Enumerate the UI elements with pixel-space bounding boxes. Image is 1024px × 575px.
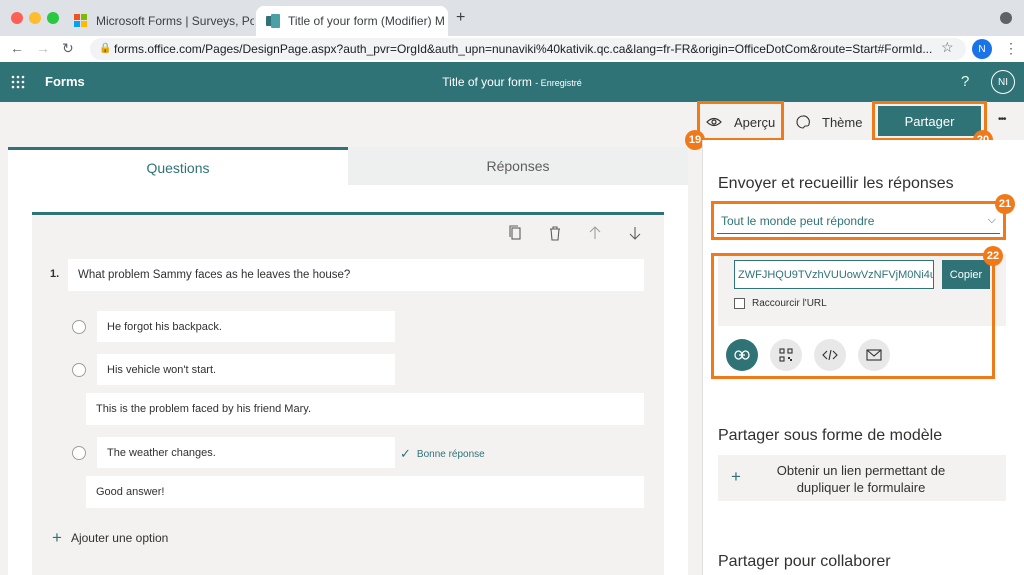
shorten-url-option[interactable]: Raccourcir l'URL: [734, 298, 827, 309]
preview-label: Aperçu: [734, 114, 776, 130]
browser-tab-form[interactable]: Title of your form (Modifier) M ✕: [256, 6, 448, 36]
palette-icon: [796, 115, 810, 129]
eye-icon: [706, 117, 722, 127]
option-feedback-2[interactable]: This is the problem faced by his friend …: [86, 393, 644, 425]
url-text: forms.office.com/Pages/DesignPage.aspx?a…: [114, 42, 933, 56]
tab-title: Microsoft Forms | Surveys, Pol: [96, 14, 254, 28]
maximize-window-button[interactable]: [47, 12, 59, 24]
forward-icon[interactable]: →: [36, 40, 50, 56]
help-icon[interactable]: ?: [961, 73, 969, 90]
plus-icon: +: [52, 528, 62, 547]
option-field-2[interactable]: His vehicle won't start.: [97, 354, 395, 385]
share-via-link-button[interactable]: [726, 339, 758, 371]
tab-search-icon[interactable]: [1000, 12, 1012, 24]
close-window-button[interactable]: [11, 12, 23, 24]
link-icon: [734, 350, 750, 360]
tab-questions[interactable]: Questions: [8, 147, 348, 185]
microsoft-logo-icon: [74, 14, 87, 27]
add-option-label: Ajouter une option: [70, 531, 169, 545]
theme-label: Thème: [822, 114, 863, 130]
delete-question-icon[interactable]: [547, 225, 563, 241]
more-options-icon[interactable]: •••: [998, 114, 1006, 125]
theme-button[interactable]: Thème: [796, 112, 862, 132]
app-name[interactable]: Forms: [45, 74, 85, 89]
question-number: 1.: [50, 268, 60, 280]
move-up-icon[interactable]: [587, 225, 603, 241]
reload-icon[interactable]: ↻: [62, 40, 74, 57]
browser-menu-icon[interactable]: ⋮: [1004, 40, 1018, 57]
shorten-url-checkbox[interactable]: [734, 298, 745, 309]
share-email-button[interactable]: [858, 339, 890, 371]
callout-badge-22: 22: [983, 246, 1003, 266]
audience-value: Tout le monde peut répondre: [721, 213, 875, 228]
close-tab-icon[interactable]: ✕: [445, 13, 448, 29]
option-radio: [72, 320, 86, 334]
browser-tab-bar: Microsoft Forms | Surveys, Pol ✕ Title o…: [0, 0, 1024, 36]
address-bar[interactable]: 🔒 forms.office.com/Pages/DesignPage.aspx…: [90, 38, 966, 60]
minimize-window-button[interactable]: [29, 12, 41, 24]
correct-answer-toggle[interactable]: ✓ Bonne réponse: [400, 446, 485, 462]
copy-question-icon[interactable]: [507, 225, 523, 241]
option-field-1[interactable]: He forgot his backpack.: [97, 311, 395, 342]
share-button[interactable]: Partager: [878, 106, 981, 136]
copy-link-button[interactable]: Copier: [942, 260, 990, 289]
back-icon[interactable]: ←: [10, 40, 24, 56]
correct-answer-label: Bonne réponse: [416, 448, 485, 460]
share-embed-button[interactable]: [814, 339, 846, 371]
duplicate-link-label: Obtenir un lien permettant de dupliquer …: [776, 463, 946, 495]
user-avatar[interactable]: NI: [991, 70, 1015, 94]
profile-avatar[interactable]: N: [972, 39, 992, 59]
forms-app-bar: Forms Title of your form - Enregistré ? …: [0, 62, 1024, 102]
editor-tabs: Questions Réponses: [8, 147, 688, 185]
embed-code-icon: [822, 349, 838, 361]
plus-icon: +: [731, 467, 741, 486]
new-tab-button[interactable]: +: [456, 9, 465, 27]
option-radio: [72, 363, 86, 377]
checkmark-icon: ✓: [400, 446, 411, 461]
template-heading: Partager sous forme de modèle: [718, 427, 943, 444]
share-qr-button[interactable]: [770, 339, 802, 371]
send-collect-heading: Envoyer et recueillir les réponses: [718, 175, 954, 192]
chevron-down-icon: ⌵: [987, 214, 996, 226]
app-launcher-icon[interactable]: [11, 75, 25, 89]
duplicate-link-button[interactable]: + Obtenir un lien permettant de duplique…: [718, 455, 1006, 501]
option-feedback-3[interactable]: Good answer!: [86, 476, 644, 508]
collaborate-heading: Partager pour collaborer: [718, 553, 891, 570]
form-toolbar: [0, 102, 1024, 140]
browser-toolbar: ← → ↻ 🔒 forms.office.com/Pages/DesignPag…: [0, 36, 1024, 62]
tab-title: Title of your form (Modifier) M: [288, 14, 445, 28]
tab-responses[interactable]: Réponses: [348, 147, 688, 185]
shorten-url-label: Raccourcir l'URL: [752, 298, 827, 309]
option-radio: [72, 446, 86, 460]
share-link-input[interactable]: ZWFJHQU9TVzhVUUowVzNFVjM0Ni4u: [734, 260, 934, 289]
save-status: - Enregistré: [535, 78, 582, 88]
audience-dropdown[interactable]: Tout le monde peut répondre ⌵: [717, 208, 1000, 234]
form-title: Title of your form: [442, 75, 532, 89]
callout-badge-21: 21: [995, 194, 1015, 214]
browser-tab-ms-forms[interactable]: Microsoft Forms | Surveys, Pol ✕: [64, 6, 254, 36]
question-text-field[interactable]: What problem Sammy faces as he leaves th…: [68, 259, 644, 291]
forms-logo-icon: [266, 14, 280, 28]
move-down-icon[interactable]: [627, 225, 643, 241]
lock-icon: 🔒: [99, 43, 112, 54]
option-field-3[interactable]: The weather changes.: [97, 437, 395, 468]
form-title-header: Title of your form - Enregistré: [380, 75, 644, 89]
qr-code-icon: [779, 348, 793, 362]
add-option-button[interactable]: + Ajouter une option: [52, 528, 168, 548]
preview-button[interactable]: Aperçu: [706, 112, 775, 132]
mail-icon: [866, 349, 882, 361]
bookmark-star-icon[interactable]: ☆: [941, 39, 954, 56]
